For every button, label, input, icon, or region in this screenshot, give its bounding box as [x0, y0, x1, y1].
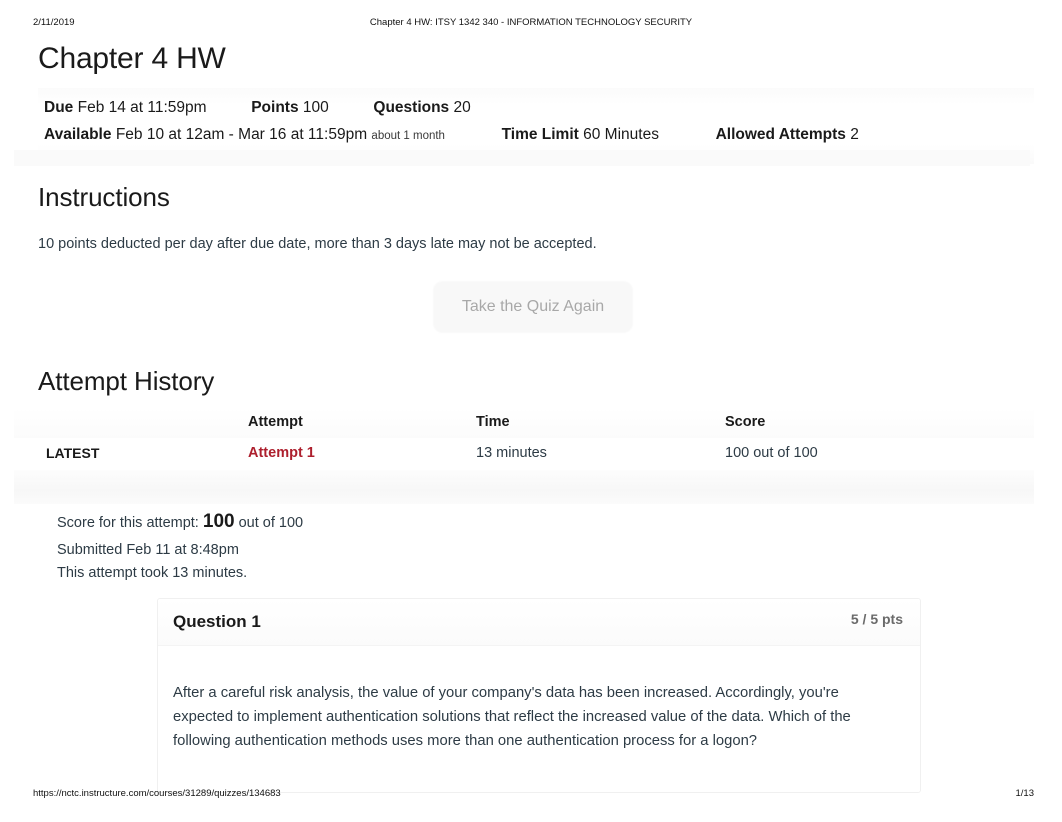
- score-line: Score for this attempt: 100 out of 100: [57, 510, 303, 535]
- attempt-link[interactable]: Attempt 1: [248, 445, 315, 461]
- questions-value: 20: [453, 99, 471, 116]
- available-value: Feb 10 at 12am - Mar 16 at 11:59pm: [115, 126, 368, 143]
- question-text: After a careful risk analysis, the value…: [173, 685, 851, 749]
- score-summary: Score for this attempt: 100 out of 100 S…: [57, 510, 303, 585]
- question-body: After a careful risk analysis, the value…: [158, 646, 920, 792]
- quiz-meta-row-secondary: Available Feb 10 at 12am - Mar 16 at 11:…: [44, 126, 859, 144]
- column-header-attempt: Attempt: [248, 414, 303, 430]
- score-suffix: out of 100: [238, 515, 304, 531]
- available-duration: about 1 month: [371, 130, 445, 142]
- instructions-heading: Instructions: [38, 182, 170, 212]
- score-value: 100: [202, 511, 235, 532]
- question-name: Question 1: [173, 612, 261, 631]
- print-document-title: Chapter 4 HW: ITSY 1342 340 - INFORMATIO…: [369, 17, 693, 28]
- table-footer-row: [14, 470, 1034, 504]
- column-header-time: Time: [476, 414, 510, 430]
- question-header: Question 1 5 / 5 pts: [158, 599, 920, 646]
- meta-divider-strip: [14, 150, 1030, 166]
- submitted-line: Submitted Feb 11 at 8:48pm: [57, 542, 239, 558]
- allowed-attempts-value: 2: [850, 126, 859, 143]
- time-limit-label: Time Limit: [501, 126, 579, 143]
- page-title: Chapter 4 HW: [38, 42, 226, 75]
- table-header-row: Attempt Time Score: [14, 408, 1034, 438]
- questions-label: Questions: [373, 99, 450, 116]
- footer-page-number: 1/13: [1015, 788, 1035, 799]
- due-label: Due: [44, 99, 74, 116]
- question-points: 5 / 5 pts: [850, 611, 903, 627]
- available-label: Available: [44, 126, 112, 143]
- attempt-cell: Attempt 1: [248, 438, 315, 468]
- due-value: Feb 14 at 11:59pm: [77, 99, 207, 116]
- points-value: 100: [302, 99, 329, 116]
- print-footer: https://nctc.instructure.com/courses/312…: [0, 788, 1062, 802]
- attempt-history-heading: Attempt History: [38, 366, 215, 396]
- allowed-attempts-label: Allowed Attempts: [715, 126, 846, 143]
- score-prefix: Score for this attempt:: [57, 515, 199, 531]
- footer-url: https://nctc.instructure.com/courses/312…: [33, 788, 281, 799]
- attempt-time: 13 minutes: [476, 445, 547, 461]
- table-row: LATEST Attempt 1 13 minutes 100 out of 1…: [14, 438, 1034, 470]
- quiz-results-page: 2/11/2019 Chapter 4 HW: ITSY 1342 340 - …: [0, 0, 1062, 822]
- quiz-meta-row-primary: Due Feb 14 at 11:59pm Points 100 Questio…: [44, 99, 471, 117]
- duration-line: This attempt took 13 minutes.: [57, 565, 248, 581]
- points-label: Points: [251, 99, 299, 116]
- print-header: 2/11/2019 Chapter 4 HW: ITSY 1342 340 - …: [0, 17, 1062, 31]
- instructions-text: 10 points deducted per day after due dat…: [38, 236, 597, 252]
- attempt-history-table: Attempt Time Score LATEST Attempt 1 13 m…: [14, 408, 1034, 504]
- time-limit-value: 60 Minutes: [583, 126, 659, 143]
- attempt-score: 100 out of 100: [725, 445, 818, 461]
- take-quiz-again-label[interactable]: Take the Quiz Again: [433, 281, 633, 333]
- latest-badge: LATEST: [46, 445, 100, 461]
- column-header-score: Score: [725, 414, 766, 430]
- question-container: Question 1 5 / 5 pts After a careful ris…: [157, 598, 921, 793]
